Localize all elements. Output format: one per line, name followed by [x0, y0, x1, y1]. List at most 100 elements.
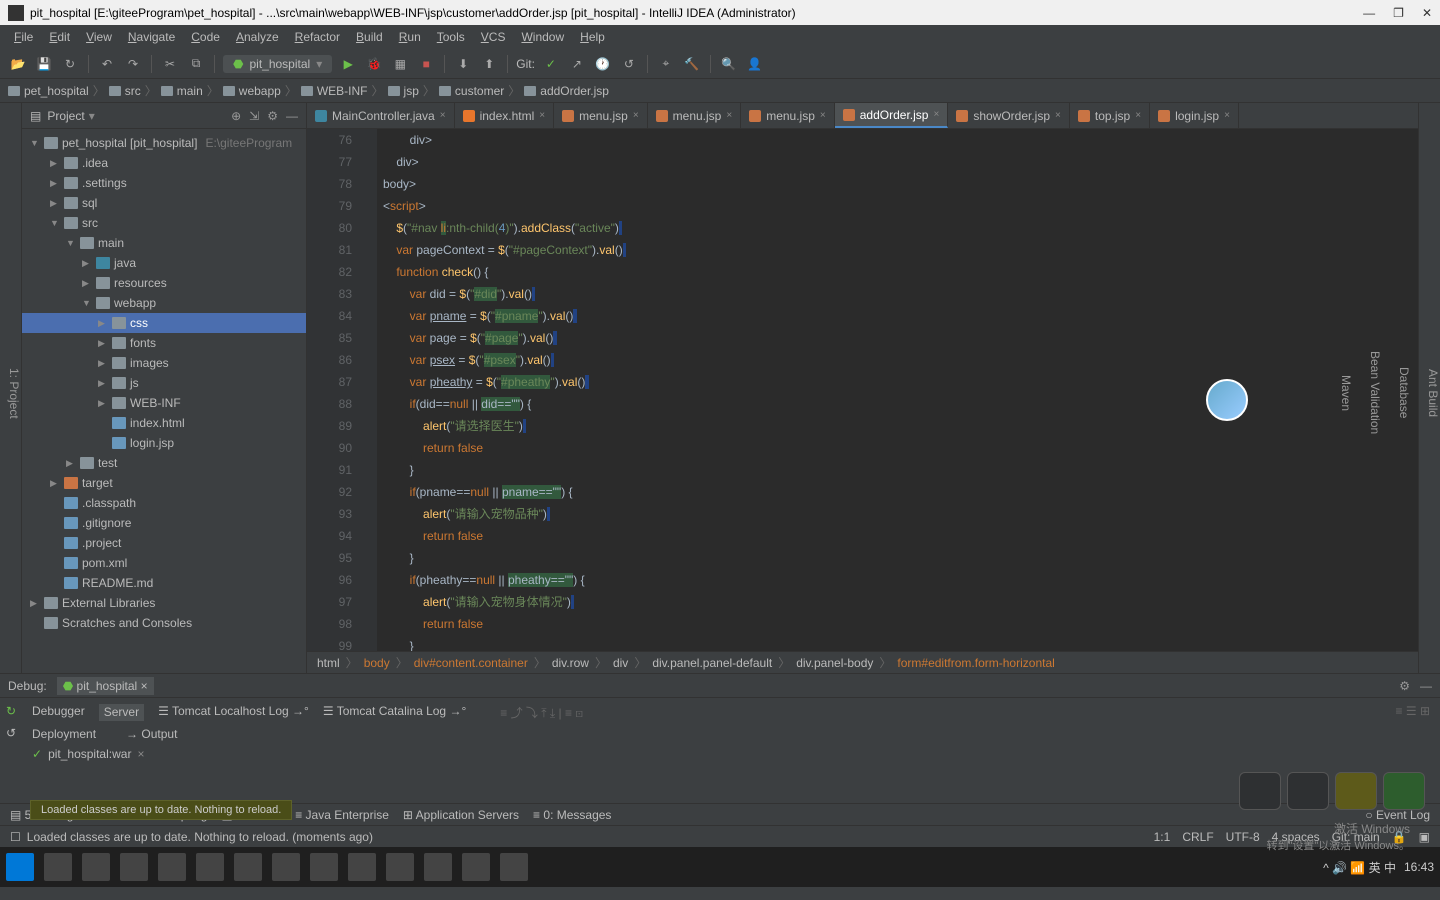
editor-tab-login-jsp[interactable]: login.jsp× [1150, 103, 1239, 128]
float-btn[interactable] [1335, 772, 1377, 810]
editor-tab-menu-jsp[interactable]: menu.jsp× [648, 103, 742, 128]
float-btn[interactable] [1383, 772, 1425, 810]
tree-item-external-libraries[interactable]: ▶External Libraries [22, 593, 306, 613]
breadcrumb-item[interactable]: html [317, 656, 340, 670]
menu-file[interactable]: File [8, 28, 39, 46]
tree-item-sql[interactable]: ▶sql [22, 193, 306, 213]
breadcrumb-item[interactable]: div#content.container [414, 656, 528, 670]
nav-item[interactable]: pet_hospital [8, 84, 89, 98]
tree-item-scratches-and-consoles[interactable]: Scratches and Consoles [22, 613, 306, 633]
deployment-tab[interactable]: Deployment [32, 727, 96, 741]
tree-item-login-jsp[interactable]: login.jsp [22, 433, 306, 453]
menu-edit[interactable]: Edit [43, 28, 76, 46]
editor-tab-index-html[interactable]: index.html× [455, 103, 555, 128]
debug-config-tab[interactable]: ⬣ pit_hospital × [57, 677, 154, 695]
float-btn[interactable] [1239, 772, 1281, 810]
run-config-selector[interactable]: ⬣ pit_hospital ▾ [223, 55, 332, 73]
clock[interactable]: 16:43 [1404, 860, 1434, 874]
tree-item-pom-xml[interactable]: pom.xml [22, 553, 306, 573]
taskbar-app[interactable] [158, 853, 186, 881]
nav-item[interactable]: jsp [388, 84, 419, 98]
breadcrumb-item[interactable]: div.row [552, 656, 589, 670]
taskbar-app[interactable] [500, 853, 528, 881]
app-servers-tool[interactable]: ⊞ Application Servers [403, 808, 519, 822]
git-rollback-icon[interactable]: ↺ [619, 54, 639, 74]
copy-icon[interactable]: ⧉ [186, 54, 206, 74]
minimize-button[interactable]: — [1363, 6, 1375, 20]
float-btn[interactable] [1287, 772, 1329, 810]
task-view[interactable] [82, 853, 110, 881]
tree-item-test[interactable]: ▶test [22, 453, 306, 473]
fold-gutter[interactable] [362, 129, 377, 651]
refresh-icon[interactable]: ↻ [60, 54, 80, 74]
tree-item-css[interactable]: ▶css [22, 313, 306, 333]
tree-item-fonts[interactable]: ▶fonts [22, 333, 306, 353]
editor-tab-showOrder-jsp[interactable]: showOrder.jsp× [948, 103, 1070, 128]
taskbar-app[interactable] [272, 853, 300, 881]
taskbar-app[interactable] [120, 853, 148, 881]
editor-breadcrumb[interactable]: html〉body〉div#content.container〉div.row〉… [307, 651, 1418, 673]
menu-navigate[interactable]: Navigate [122, 28, 181, 46]
avatar-icon[interactable]: 👤 [745, 54, 765, 74]
tree-item-index-html[interactable]: index.html [22, 413, 306, 433]
menu-vcs[interactable]: VCS [475, 28, 512, 46]
menu-view[interactable]: View [80, 28, 118, 46]
editor-tab-menu-jsp[interactable]: menu.jsp× [554, 103, 648, 128]
code-area[interactable]: div> div>body><script> $("#nav li:nth-ch… [377, 129, 1418, 651]
open-icon[interactable]: 📂 [8, 54, 28, 74]
nav-item[interactable]: webapp [223, 84, 281, 98]
tree-item-src[interactable]: ▼src [22, 213, 306, 233]
editor-tab-addOrder-jsp[interactable]: addOrder.jsp× [835, 103, 949, 128]
tree-item-main[interactable]: ▼main [22, 233, 306, 253]
expand-icon[interactable]: ⇲ [249, 109, 259, 123]
taskbar-app[interactable] [386, 853, 414, 881]
coverage-icon[interactable]: ▦ [390, 54, 410, 74]
encoding[interactable]: UTF-8 [1226, 830, 1260, 844]
tree-item--gitignore[interactable]: .gitignore [22, 513, 306, 533]
save-icon[interactable]: 💾 [34, 54, 54, 74]
server-tab[interactable]: Server [99, 704, 144, 721]
messages-tool[interactable]: ≡ 0: Messages [533, 808, 611, 822]
debugger-tab[interactable]: Debugger [32, 704, 85, 721]
taskbar-app[interactable] [196, 853, 224, 881]
project-tree[interactable]: ▼pet_hospital [pit_hospital]E:\giteeProg… [22, 129, 306, 673]
tool-project[interactable]: 1: Project [7, 113, 21, 673]
nav-item[interactable]: customer [439, 84, 504, 98]
tree-item--settings[interactable]: ▶.settings [22, 173, 306, 193]
taskbar-app[interactable] [348, 853, 376, 881]
locate-icon[interactable]: ⊕ [231, 109, 241, 123]
tree-item-target[interactable]: ▶target [22, 473, 306, 493]
tree-item-java[interactable]: ▶java [22, 253, 306, 273]
rerun-build-icon[interactable]: ↺ [6, 726, 16, 740]
tree-item-web-inf[interactable]: ▶WEB-INF [22, 393, 306, 413]
menu-run[interactable]: Run [393, 28, 427, 46]
tool-ant[interactable]: Ant Build [1426, 113, 1440, 673]
run-button[interactable]: ▶ [338, 54, 358, 74]
tree-item-pet-hospital--pit-hospital-[interactable]: ▼pet_hospital [pit_hospital]E:\giteeProg… [22, 133, 306, 153]
tree-item-webapp[interactable]: ▼webapp [22, 293, 306, 313]
search-button[interactable] [44, 853, 72, 881]
debug-button[interactable]: 🐞 [364, 54, 384, 74]
start-button[interactable] [6, 853, 34, 881]
artifact-item[interactable]: pit_hospital:war [48, 747, 131, 761]
menu-help[interactable]: Help [574, 28, 611, 46]
git-pull-icon[interactable]: ✓ [541, 54, 561, 74]
git-push-icon[interactable]: ↗ [567, 54, 587, 74]
hammer-icon[interactable]: 🔨 [682, 54, 702, 74]
menu-refactor[interactable]: Refactor [289, 28, 346, 46]
menu-tools[interactable]: Tools [431, 28, 471, 46]
maximize-button[interactable]: ❐ [1393, 6, 1404, 20]
output-tab[interactable]: → Output [126, 727, 177, 741]
structure-icon[interactable]: ⌖ [656, 54, 676, 74]
menu-window[interactable]: Window [515, 28, 570, 46]
vcs-update-icon[interactable]: ⬇ [453, 54, 473, 74]
nav-item[interactable]: src [109, 84, 141, 98]
tree-item--project[interactable]: .project [22, 533, 306, 553]
tree-item--idea[interactable]: ▶.idea [22, 153, 306, 173]
tree-item-images[interactable]: ▶images [22, 353, 306, 373]
memory-icon[interactable]: ▣ [1419, 830, 1430, 844]
line-separator[interactable]: CRLF [1182, 830, 1213, 844]
breadcrumb-item[interactable]: form#editfrom.form-horizontal [897, 656, 1054, 670]
cut-icon[interactable]: ✂ [160, 54, 180, 74]
breadcrumb-item[interactable]: div [613, 656, 628, 670]
